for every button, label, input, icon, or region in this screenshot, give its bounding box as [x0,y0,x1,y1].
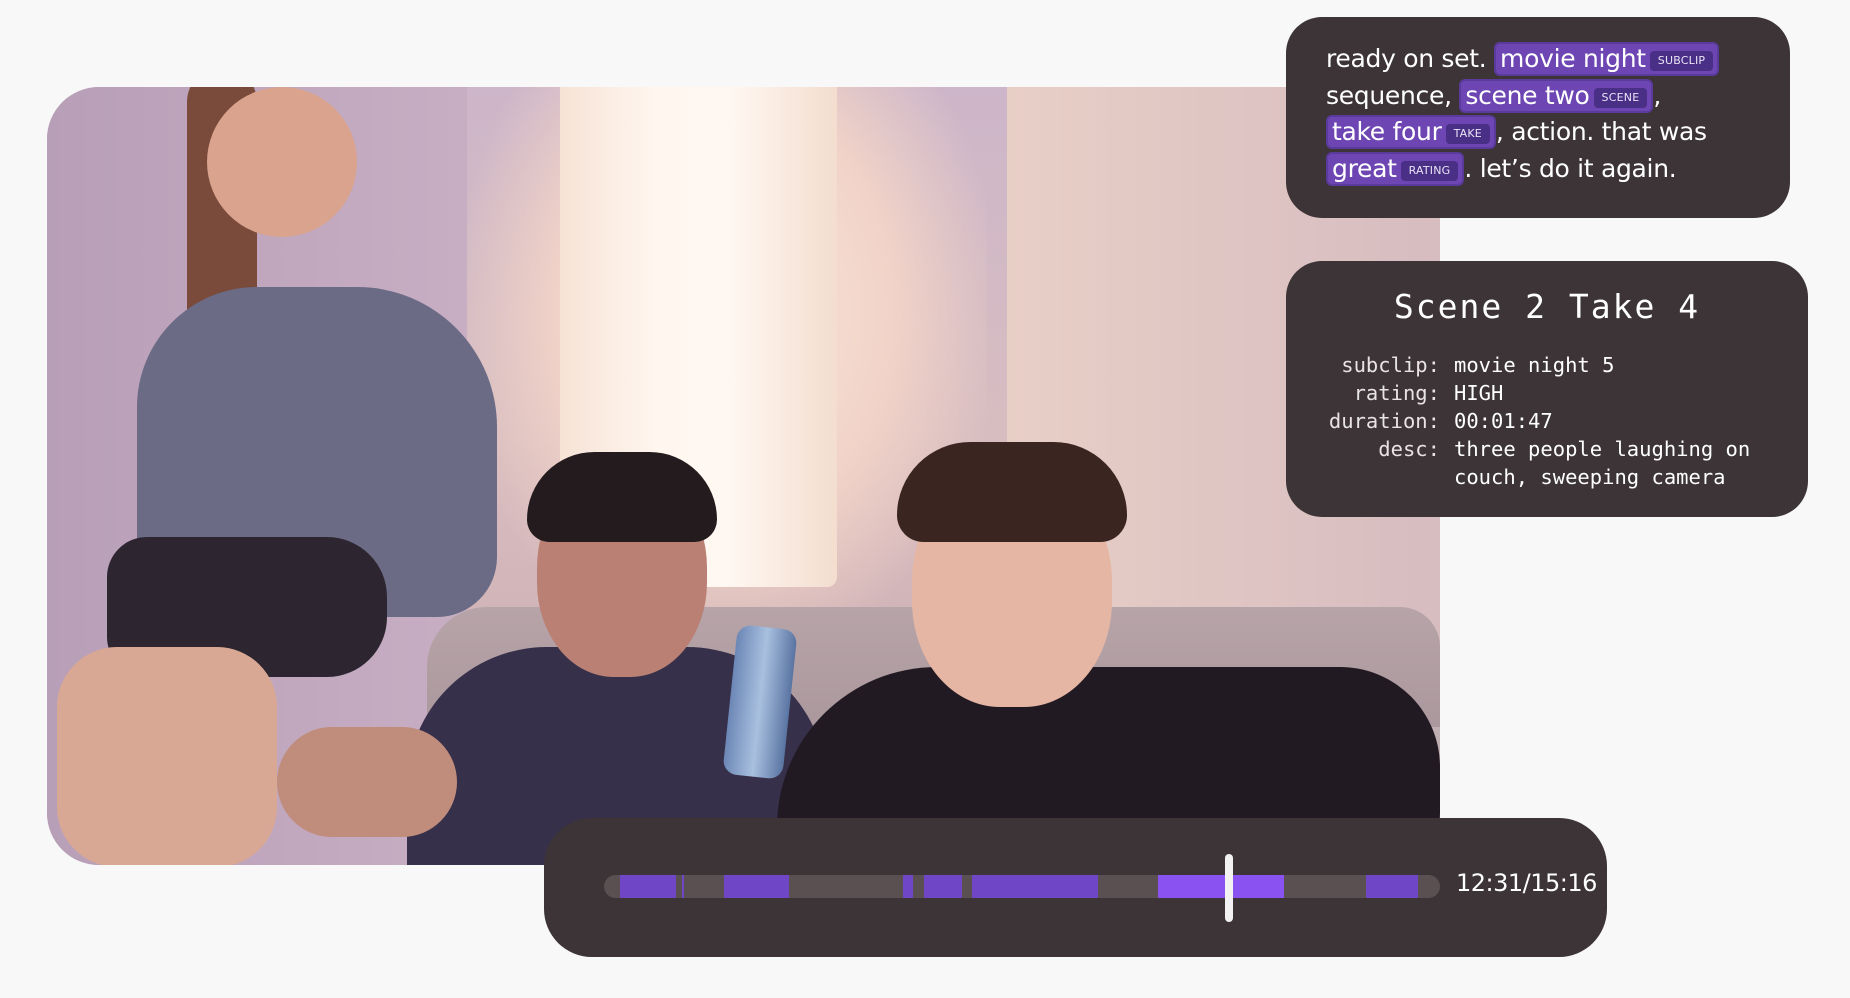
transcript-line-3: take four TAKE, action. that was [1326,114,1762,151]
video-frame[interactable] [47,87,1440,865]
person-woman-leg [57,647,277,865]
subclip-tag: SUBCLIP [1649,51,1714,71]
timeline-segment[interactable] [1366,875,1418,898]
metadata-row-subclip: subclip: movie night 5 [1286,351,1794,379]
metadata-value: HIGH [1454,381,1504,405]
metadata-key: subclip: [1341,353,1440,377]
transcript-text: sequence, [1326,80,1460,110]
metadata-row-rating: rating: HIGH [1286,379,1794,407]
metadata-row-desc: desc: three people laughing on couch, sw… [1286,435,1794,491]
scene-chip[interactable]: scene two SCENE [1459,78,1654,113]
take-chip-text: take four [1332,117,1442,146]
metadata-row-duration: duration: 00:01:47 [1286,407,1794,435]
person-man-left-hair [527,452,717,542]
person-man-right-hair [897,442,1127,542]
timeline-segment[interactable] [724,875,789,898]
rating-tag: RATING [1400,160,1459,181]
transcript-line-2: sequence, scene two SCENE, [1326,78,1762,115]
timeline-segment[interactable] [620,875,676,898]
person-man-left-hands [277,727,457,837]
transcript-text: , action. that was [1495,117,1707,146]
rating-chip[interactable]: great RATING [1326,151,1465,186]
scene-chip-text: scene two [1465,80,1590,110]
rating-chip-text: great [1332,153,1397,183]
transcript-text: ready on set. [1326,44,1495,73]
playback-time: 12:31/15:16 [1456,869,1597,897]
metadata-value: movie night 5 [1454,353,1615,377]
clip-title: Scene 2 Take 4 [1393,287,1701,326]
timeline-segment-active[interactable] [1158,875,1284,898]
timeline-segment[interactable] [972,875,1098,898]
timeline-segment[interactable] [924,875,962,898]
clip-metadata-card: Scene 2 Take 4 subclip: movie night 5 ra… [1286,261,1808,517]
timeline-marker [682,875,684,898]
timeline-segment[interactable] [903,875,913,898]
transcript-line-1: ready on set. movie night SUBCLIP [1326,41,1762,78]
take-tag: TAKE [1445,124,1490,144]
playback-bar: 12:31/15:16 [544,818,1607,957]
metadata-key: desc: [1378,437,1440,461]
subclip-chip[interactable]: movie night SUBCLIP [1494,42,1720,76]
metadata-key: duration: [1328,409,1440,433]
transcript-text: , [1653,80,1661,110]
subclip-chip-text: movie night [1500,44,1646,73]
transcript-text: . let’s do it again. [1464,153,1677,183]
person-woman-face [207,87,357,237]
metadata-value: 00:01:47 [1454,409,1553,433]
transcript-line-4: great RATING. let’s do it again. [1326,151,1762,188]
transcript-bubble: ready on set. movie night SUBCLIP sequenc… [1286,17,1790,218]
playhead-handle[interactable] [1225,854,1233,922]
timeline-track[interactable] [604,875,1440,898]
scene-tag: SCENE [1593,87,1648,108]
take-chip[interactable]: take four TAKE [1326,115,1496,149]
metadata-rows: subclip: movie night 5 rating: HIGH dura… [1286,351,1794,491]
metadata-key: rating: [1353,381,1440,405]
metadata-value: three people laughing on couch, sweeping… [1454,437,1751,489]
